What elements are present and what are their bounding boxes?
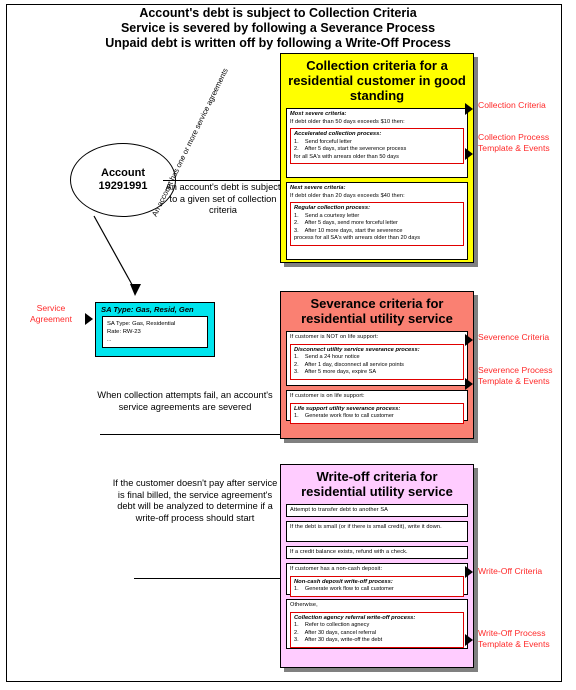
writeoff-note: If the customer doesn't pay after servic…	[112, 478, 278, 523]
disconnect-step-1: 1. Send a 24 hour notice	[294, 354, 360, 361]
writeoff-block-2: Otherwise, Collection agency referral wr…	[286, 599, 468, 649]
writeoff-simple-block-1: Attempt to transfer debt to another SA	[286, 504, 468, 517]
writeoff-criteria-box: Write-off criteria for residential utili…	[280, 464, 474, 668]
writeoff-title: Write-off criteria for residential utili…	[301, 469, 453, 499]
writeoff-template-label: Write-Off Process Template & Events	[478, 628, 550, 649]
accelerated-continuation: for all SA's with arrears older than 50 …	[294, 153, 399, 160]
writeoff-criteria-pointer-icon	[465, 566, 473, 578]
collection-criteria-box: Collection criteria for a residential cu…	[280, 53, 474, 263]
page-title: Account's debt is subject to Collection …	[0, 6, 556, 51]
collection-agency-process-title: Collection agency referral write-off pro…	[294, 614, 416, 621]
account-debt-connector	[163, 180, 280, 181]
collection-template-label: Collection Process Template & Events	[478, 132, 550, 153]
severance-block-1: If customer is NOT on life support: Disc…	[286, 331, 468, 386]
regular-collection-process: Regular collection process: 1. Send a co…	[290, 202, 464, 246]
severance-criteria-label: Severence Criteria	[478, 332, 550, 342]
writeoff-criteria-label: Write-Off Criteria	[478, 566, 543, 576]
severance-block-1-lead: If customer is NOT on life support:	[290, 334, 379, 340]
collection-template-pointer-icon	[465, 148, 473, 160]
header-line-2: Service is severed by following a Severa…	[120, 21, 436, 35]
severed-note: When collection attempts fail, an accoun…	[97, 390, 273, 412]
severance-title: Severance criteria for residential utili…	[301, 296, 453, 326]
disconnect-utility-service-process: Disconnect utility service severance pro…	[290, 343, 464, 380]
regular-continuation: process for all SA's with arrears older …	[294, 235, 421, 242]
account-number: 19291991	[98, 180, 148, 192]
collection-block-2: Next severe criteria: If debt older than…	[286, 182, 468, 260]
writeoff-block-1: If customer has a non-cash deposit: Non-…	[286, 563, 468, 597]
account-label: Account	[101, 167, 145, 179]
severance-template-label: Severence Process Template & Events	[478, 365, 553, 386]
sa-detail-2: Rate: RW-23	[107, 329, 141, 335]
writeoff-simple-block-3: If a credit balance exists, refund with …	[286, 546, 468, 559]
severance-criteria-box: Severance criteria for residential utili…	[280, 291, 474, 439]
service-agreement-details: SA Type: Gas, Residential Rate: RW-23 ..…	[102, 316, 208, 348]
life-support-process-title: Life support utility severance process:	[294, 405, 401, 412]
disconnect-step-3: 3. After 5 more days, expire SA	[294, 369, 377, 376]
accelerated-collection-process-title: Accelerated collection process:	[294, 131, 382, 137]
writeoff-simple-block-2: If the debt is small (or if there is sma…	[286, 521, 468, 542]
life-support-severance-process: Life support utility severance process: …	[290, 402, 464, 424]
noncash-step-1: 1. Generate work flow to call customer	[294, 586, 394, 593]
account-debt-note: An account's debt is subject to a given …	[165, 182, 281, 215]
sa-detail-3: ...	[107, 337, 112, 343]
collection-block-2-lead-2: If debt older than 20 days exceeds $40 t…	[290, 192, 405, 199]
severance-block-2-lead: If customer is on life support:	[290, 393, 365, 399]
collection-block-1-lead-1: Most severe criteria:	[290, 111, 347, 117]
sa-detail-1: SA Type: Gas, Residential	[107, 321, 176, 327]
diagram-canvas: Account's debt is subject to Collection …	[0, 0, 576, 690]
severance-template-pointer-icon	[465, 378, 473, 390]
regular-step-3: 3. After 10 more days, start the severen…	[294, 227, 403, 234]
writeoff-simple-text-3: If a credit balance exists, refund with …	[290, 549, 408, 555]
accelerated-step-2: 2. After 5 days, start the severence pro…	[294, 146, 407, 153]
collection-title: Collection criteria for a residential cu…	[288, 58, 466, 103]
agency-step-1: 1. Refer to collection agnecy	[294, 622, 370, 629]
severed-note-rule	[100, 434, 280, 435]
noncash-deposit-writeoff-process: Non-cash deposit write-off process: 1. G…	[290, 575, 464, 597]
service-agreement-pointer-icon	[85, 313, 93, 325]
service-agreement-arrow-icon	[93, 215, 141, 296]
agency-step-2: 2. After 30 days, cancel referral	[294, 629, 377, 636]
writeoff-template-pointer-icon	[465, 634, 473, 646]
service-agreement-left-label: Service Agreement	[29, 303, 73, 324]
writeoff-block-1-lead: If customer has a non-cash deposit:	[290, 566, 383, 572]
life-support-step-1: 1. Generate work flow to call customer	[294, 413, 394, 420]
writeoff-simple-text-1: Attempt to transfer debt to another SA	[290, 507, 389, 513]
agency-step-3: 3. After 30 days, write-off the debt	[294, 637, 383, 644]
disconnect-process-title: Disconnect utility service severance pro…	[294, 346, 420, 353]
collection-block-2-lead-1: Next severe criteria:	[290, 185, 346, 191]
collection-block-1-lead-2: If debt older than 50 days exceeds $10 t…	[290, 118, 405, 125]
regular-step-2: 2. After 5 days, send more forceful lett…	[294, 220, 398, 227]
regular-collection-process-title: Regular collection process:	[294, 205, 371, 211]
writeoff-note-rule	[134, 578, 280, 579]
collection-block-1: Most severe criteria: If debt older than…	[286, 108, 468, 178]
writeoff-block-2-lead: Otherwise,	[290, 602, 318, 608]
header-line-1: Account's debt is subject to Collection …	[139, 6, 417, 20]
accelerated-step-1: 1. Send forceful letter	[294, 138, 352, 145]
header-line-3: Unpaid debt is written off by following …	[105, 36, 451, 50]
collection-criteria-pointer-icon	[465, 103, 473, 115]
regular-step-1: 1. Send a courtesy letter	[294, 212, 360, 219]
disconnect-step-2: 2. After 1 day, disconnect all service p…	[294, 361, 404, 368]
collection-agency-referral-process: Collection agency referral write-off pro…	[290, 611, 464, 648]
noncash-process-title: Non-cash deposit write-off process:	[294, 578, 393, 585]
writeoff-simple-text-2: If the debt is small (or if there is sma…	[290, 524, 442, 530]
service-agreement-title: SA Type: Gas, Resid, Gen	[101, 305, 194, 314]
service-agreement-box: SA Type: Gas, Resid, Gen SA Type: Gas, R…	[95, 302, 215, 357]
severance-block-2: If customer is on life support: Life sup…	[286, 390, 468, 424]
severance-criteria-pointer-icon	[465, 334, 473, 346]
collection-criteria-label: Collection Criteria	[478, 100, 546, 110]
accelerated-collection-process: Accelerated collection process: 1. Send …	[290, 128, 464, 165]
